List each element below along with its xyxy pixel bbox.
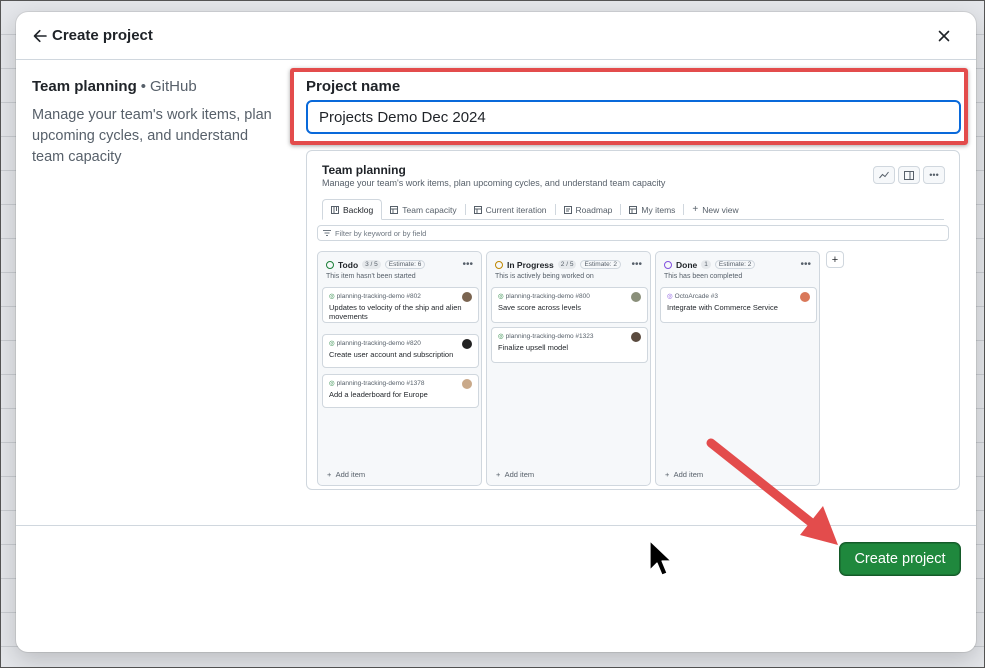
status-circle-icon — [495, 260, 503, 269]
avatar — [631, 292, 641, 302]
board-column-todo: Todo 3 / 5 Estimate: 6 ••• This item has… — [317, 251, 482, 486]
template-info: Team planning • GitHub Manage your team's … — [32, 78, 282, 168]
template-name: Team planning — [32, 78, 137, 95]
preview-actions: ••• — [873, 166, 945, 184]
board-icon — [331, 205, 339, 214]
status-circle-icon — [664, 260, 672, 269]
template-separator: • — [140, 78, 146, 95]
issue-open-icon: ◎ — [498, 293, 504, 300]
preview-tab-new-view: + New view — [692, 204, 739, 215]
arrow-left-icon[interactable] — [32, 28, 48, 44]
preview-tabs: Backlog Team capacity Current iteration … — [322, 199, 944, 220]
table-icon — [473, 205, 482, 214]
table-icon — [390, 205, 399, 214]
template-preview: Team planning Manage your team's work it… — [306, 150, 960, 490]
avatar — [631, 332, 641, 342]
table-icon — [629, 205, 638, 214]
template-author: GitHub — [150, 78, 197, 95]
avatar — [462, 292, 472, 302]
preview-tab-team-capacity: Team capacity — [382, 199, 464, 220]
board-card: ◎ planning-tracking-demo #1323 Finalize u… — [491, 327, 648, 363]
plus-icon: + — [692, 204, 699, 215]
dialog-header: Create project — [16, 12, 976, 60]
filter-icon — [323, 230, 331, 236]
issue-closed-icon: ◎ — [667, 293, 673, 300]
board-card: ◎ OctoArcade #3 Integrate with Commerce S… — [660, 287, 817, 323]
preview-tab-roadmap: Roadmap — [556, 199, 621, 220]
status-circle-icon — [326, 260, 334, 269]
board-card: ◎ planning-tracking-demo #820 Create user… — [322, 334, 479, 368]
issue-open-icon: ◎ — [329, 293, 335, 300]
create-project-button[interactable]: Create project — [840, 543, 960, 575]
board-column-done: Done 1 Estimate: 2 ••• This has been com… — [655, 251, 820, 486]
dialog-title: Create project — [52, 27, 153, 44]
kebab-menu-icon: ••• — [631, 259, 642, 270]
preview-description: Manage your team's work items, plan upco… — [322, 178, 666, 188]
issue-open-icon: ◎ — [329, 340, 335, 347]
kebab-menu-icon: ••• — [462, 259, 473, 270]
insights-icon — [873, 166, 895, 184]
add-item-button: + Add item — [327, 470, 366, 479]
add-item-button: + Add item — [496, 470, 535, 479]
annotation-highlight-box — [290, 68, 968, 145]
board-card: ◎ planning-tracking-demo #800 Save score … — [491, 287, 648, 323]
board-card: ◎ planning-tracking-demo #802 Updates to … — [322, 287, 479, 323]
issue-open-icon: ◎ — [498, 333, 504, 340]
add-column-button: + — [826, 251, 844, 268]
kebab-menu-icon: ••• — [800, 259, 811, 270]
board-card: ◎ planning-tracking-demo #1378 Add a lead… — [322, 374, 479, 408]
avatar — [462, 339, 472, 349]
board-column-in-progress: In Progress 2 / 5 Estimate: 2 ••• This i… — [486, 251, 651, 486]
close-icon[interactable] — [936, 28, 952, 44]
preview-tab-current-iteration: Current iteration — [466, 199, 555, 220]
add-item-button: + Add item — [665, 470, 704, 479]
template-description: Manage your team's work items, plan upco… — [32, 107, 272, 165]
preview-filter-bar: Filter by keyword or by field — [317, 225, 949, 241]
preview-tab-my-items: My items — [621, 199, 683, 220]
sidebar-icon — [898, 166, 920, 184]
avatar — [462, 379, 472, 389]
preview-tab-backlog: Backlog — [322, 199, 383, 220]
footer-divider — [16, 525, 976, 526]
kebab-menu-icon: ••• — [923, 166, 945, 184]
issue-open-icon: ◎ — [329, 380, 335, 387]
avatar — [800, 292, 810, 302]
preview-title: Team planning — [322, 163, 406, 177]
roadmap-icon — [563, 205, 572, 214]
